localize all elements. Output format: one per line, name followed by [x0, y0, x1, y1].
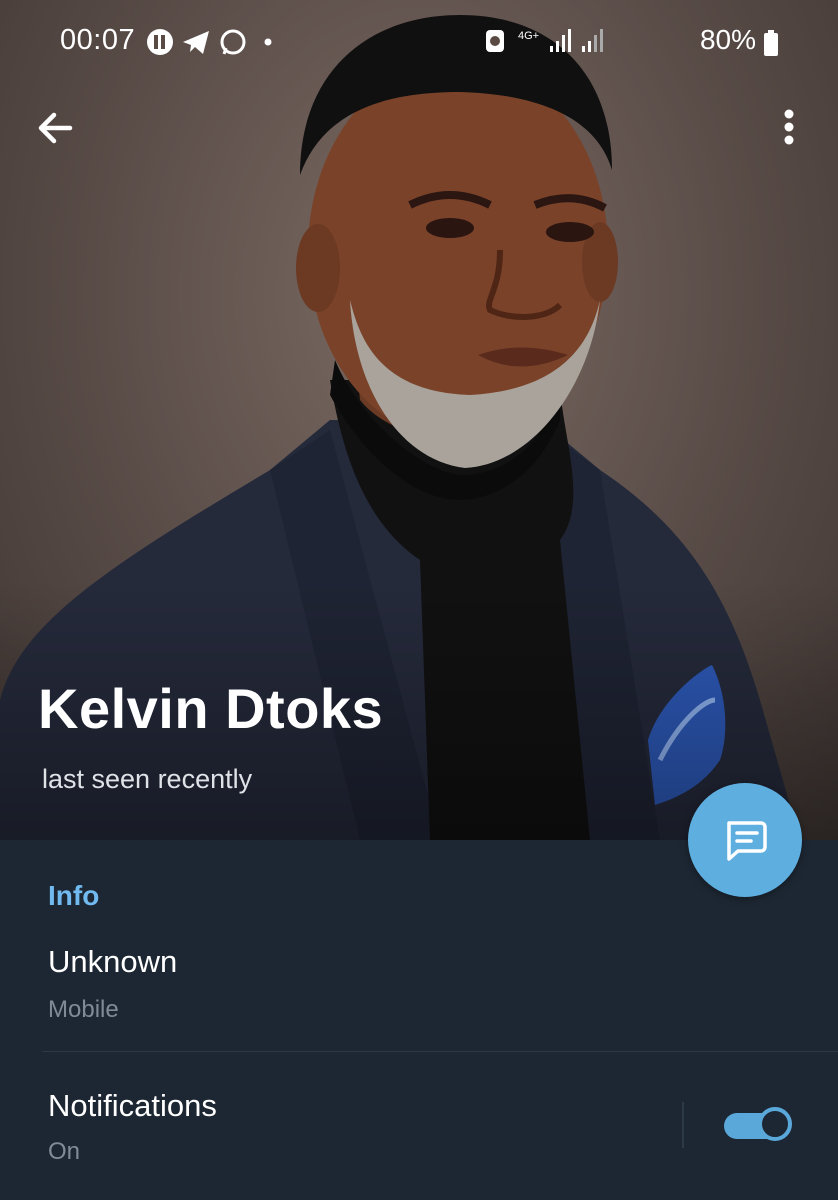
message-icon	[727, 821, 767, 861]
send-message-button[interactable]	[688, 783, 802, 897]
status-bar: 00:07 4G+ 80%	[0, 0, 838, 84]
notification-icons	[145, 26, 275, 56]
network-type: 4G+	[518, 30, 539, 42]
divider	[42, 1051, 838, 1052]
phone-value: Unknown	[48, 944, 178, 979]
signal-icon-1	[550, 29, 571, 52]
telegram-icon	[183, 31, 209, 54]
battery-percent: 80%	[699, 24, 756, 55]
notifications-row[interactable]: Notifications On	[0, 1084, 838, 1194]
battery-icon	[764, 30, 778, 56]
toggle-knob	[758, 1107, 792, 1141]
profile-name: Kelvin Dtoks	[38, 677, 384, 740]
notifications-label: Notifications	[48, 1088, 217, 1123]
back-button[interactable]	[30, 102, 82, 154]
phone-row[interactable]: Unknown Mobile	[0, 940, 838, 1050]
more-notifications-dot	[264, 38, 272, 46]
phone-label: Mobile	[48, 996, 119, 1023]
whatsapp-icon	[220, 29, 246, 55]
notifications-value: On	[48, 1138, 81, 1165]
info-header: Info	[48, 880, 100, 911]
signal-icon-2	[582, 29, 603, 52]
info-section: Info Unknown Mobile Notifications On	[0, 840, 838, 1200]
arrow-left-icon	[38, 112, 73, 144]
status-time: 00:07	[60, 24, 136, 56]
toggle-separator	[682, 1102, 684, 1148]
more-vertical-icon	[784, 109, 794, 145]
app-notification-icon	[147, 29, 173, 55]
profile-last-seen: last seen recently	[42, 764, 253, 794]
more-menu-button[interactable]	[766, 104, 812, 150]
data-saver-icon	[486, 30, 504, 52]
notifications-toggle[interactable]	[724, 1105, 796, 1145]
